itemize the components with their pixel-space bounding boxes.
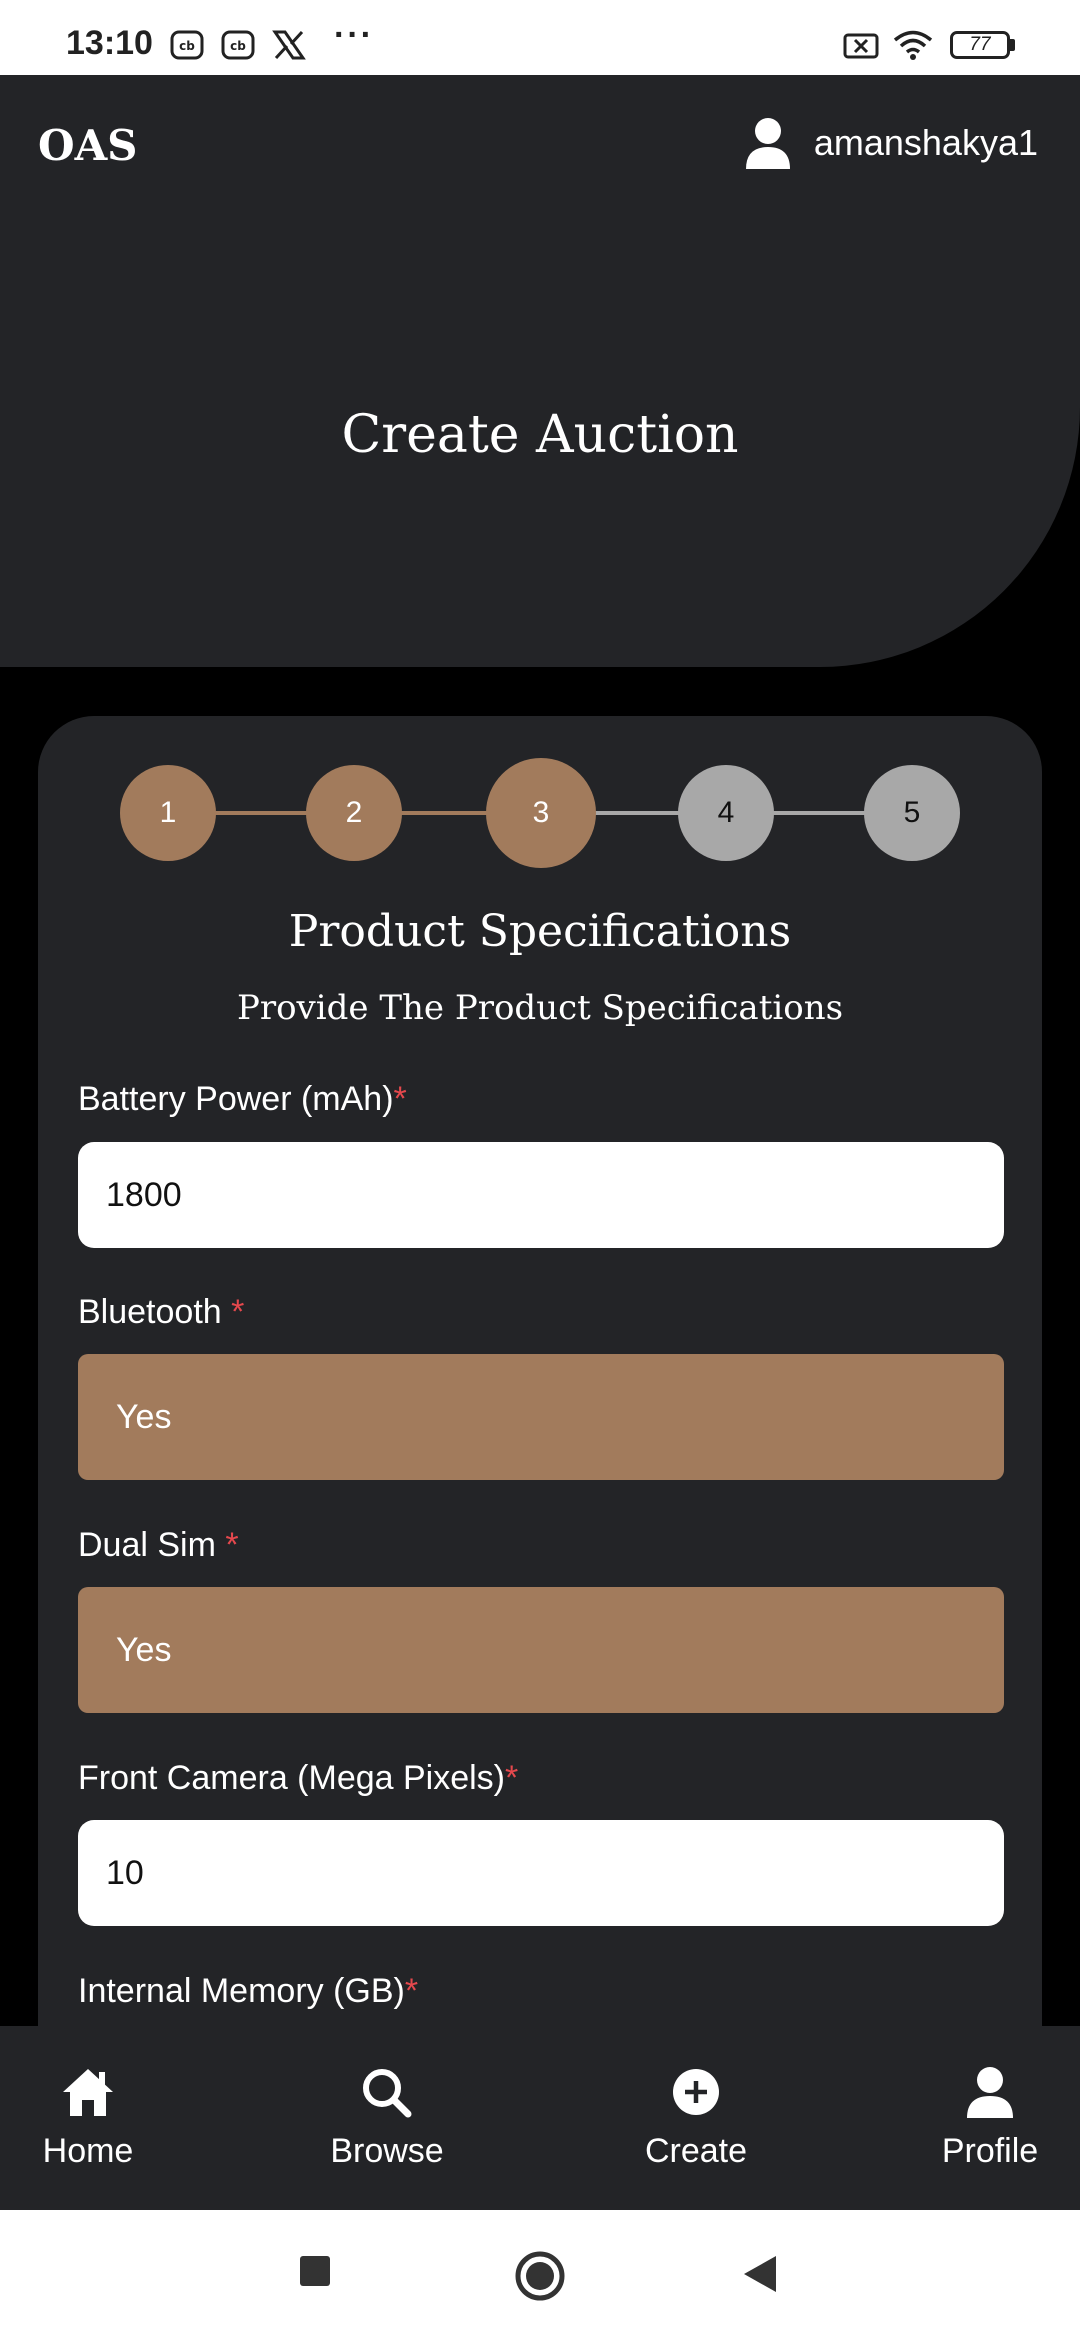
battery-label: Battery Power (mAh)*: [78, 1080, 407, 1119]
plus-circle-icon: [673, 2069, 719, 2115]
dual-sim-select[interactable]: Yes: [78, 1587, 1004, 1713]
app-logo[interactable]: OAS: [38, 121, 138, 170]
bluetooth-label: Bluetooth *: [78, 1293, 244, 1332]
recents-button[interactable]: [298, 2254, 332, 2288]
nav-profile[interactable]: Profile: [890, 2066, 1080, 2171]
user-icon: [967, 2067, 1013, 2118]
nav-home[interactable]: Home: [0, 2066, 188, 2171]
dual-sim-value: Yes: [116, 1630, 172, 1669]
stepper: 1 2 3 4 5: [38, 758, 1042, 868]
status-time: 13:10: [66, 24, 153, 62]
step-2[interactable]: 2: [306, 765, 402, 861]
bluetooth-select[interactable]: Yes: [78, 1354, 1004, 1480]
battery-input[interactable]: 1800: [78, 1142, 1004, 1248]
nav-browse-label: Browse: [330, 2132, 444, 2170]
form-card: 1 2 3 4 5 Product Specifications Provide…: [38, 716, 1042, 2036]
internal-memory-label-text: Internal Memory (GB): [78, 1972, 405, 2010]
nav-browse[interactable]: Browse: [287, 2066, 487, 2171]
search-icon: [363, 2069, 412, 2118]
wifi-icon: [893, 30, 933, 60]
front-camera-input[interactable]: 10: [78, 1820, 1004, 1926]
user-menu[interactable]: amanshakya1: [744, 117, 1038, 169]
system-nav-bar: [0, 2210, 1080, 2340]
dual-sim-label: Dual Sim *: [78, 1526, 239, 1565]
user-icon: [745, 118, 790, 169]
back-button[interactable]: [742, 2254, 778, 2294]
required-mark: *: [231, 1293, 245, 1331]
nav-home-label: Home: [42, 2132, 134, 2170]
username: amanshakya1: [813, 122, 1038, 163]
step-5[interactable]: 5: [864, 765, 960, 861]
front-camera-label: Front Camera (Mega Pixels)*: [78, 1759, 518, 1798]
battery-label-text: Battery Power (mAh): [78, 1080, 394, 1118]
home-button[interactable]: [514, 2250, 566, 2302]
battery-icon: 77: [950, 28, 1022, 62]
required-mark: *: [505, 1759, 519, 1797]
nav-profile-label: Profile: [941, 2132, 1039, 2170]
nav-create[interactable]: Create: [596, 2066, 796, 2171]
internal-memory-label: Internal Memory (GB)*: [78, 1972, 418, 2011]
step-1[interactable]: 1: [120, 765, 216, 861]
cb-icon: cb: [221, 30, 255, 60]
bluetooth-value: Yes: [116, 1397, 172, 1436]
section-title: Product Specifications: [288, 906, 792, 957]
svg-text:cb: cb: [179, 39, 195, 53]
dual-sim-label-text: Dual Sim: [78, 1526, 226, 1564]
svg-text:cb: cb: [230, 39, 246, 53]
required-mark: *: [404, 1972, 419, 2010]
required-mark: *: [393, 1080, 407, 1118]
step-3[interactable]: 3: [486, 758, 596, 868]
page-title: Create Auction: [341, 405, 739, 465]
step-4[interactable]: 4: [678, 765, 774, 861]
no-signal-icon: [843, 33, 879, 59]
app-header: OAS amanshakya1: [0, 75, 1080, 215]
front-camera-value: 10: [106, 1853, 144, 1892]
status-bar: 13:10 cb cb ··· 77: [0, 0, 1080, 75]
bluetooth-label-text: Bluetooth: [78, 1293, 232, 1331]
battery-value: 1800: [106, 1175, 182, 1214]
required-mark: *: [225, 1526, 239, 1564]
cb-icon: cb: [170, 30, 204, 60]
section-subtitle: Provide The Product Specifications: [236, 988, 844, 1028]
nav-create-label: Create: [644, 2132, 748, 2170]
hero-banner: Create Auction: [0, 215, 1080, 667]
home-icon: [63, 2069, 113, 2116]
front-camera-label-text: Front Camera (Mega Pixels): [78, 1759, 506, 1797]
more-dots-icon: ···: [334, 16, 374, 54]
bottom-nav: Home Browse Create Profile: [0, 2026, 1080, 2210]
x-logo-icon: [272, 30, 306, 60]
battery-level: 77: [950, 31, 1010, 59]
